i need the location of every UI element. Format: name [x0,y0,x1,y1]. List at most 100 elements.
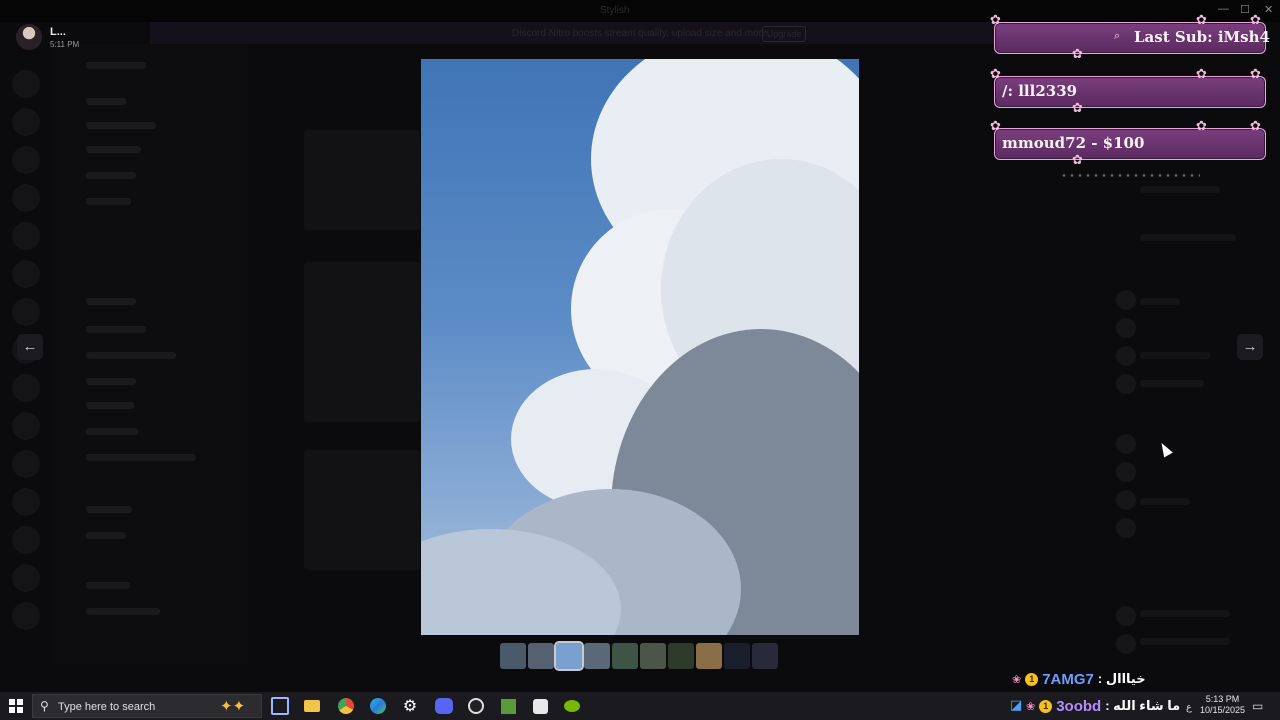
channel-placeholder[interactable] [86,532,126,539]
channel-placeholder[interactable] [86,326,146,333]
message-image-placeholder [304,262,420,422]
taskbar-clock[interactable]: 5:13 PM 10/15/2025 [1200,694,1245,716]
window-title-bar: Stylish [0,0,1280,22]
flower-icon: ✿ [1250,66,1261,81]
channel-placeholder[interactable] [86,454,196,461]
member-avatar[interactable] [1116,490,1136,510]
thumbnail[interactable] [612,643,638,669]
app-button[interactable] [528,695,552,717]
server-icon[interactable] [12,412,40,440]
chat-message: ❀ 1 7AMG7 : خيااال [1012,669,1146,689]
channel-placeholder[interactable] [86,402,134,409]
thumbnail[interactable] [500,643,526,669]
thumbnail[interactable] [752,643,778,669]
clock-time: 5:13 PM [1205,694,1240,704]
channel-placeholder[interactable] [86,198,131,205]
chat-text: : خيااال [1097,671,1146,686]
channel-placeholder[interactable] [86,352,176,359]
channel-placeholder[interactable] [86,172,136,179]
chat-text: : ما شاء الله [1105,698,1181,713]
member-avatar[interactable] [1116,462,1136,482]
task-view-button[interactable] [268,695,292,717]
folder-icon [304,700,320,712]
server-icon[interactable] [12,564,40,592]
thumbnail[interactable] [668,643,694,669]
member-avatar[interactable] [1116,434,1136,454]
minimize-button[interactable]: — [1218,3,1229,15]
channel-placeholder[interactable] [86,146,141,153]
server-icon[interactable] [12,488,40,516]
nitro-upgrade-button[interactable]: Upgrade [762,26,806,42]
message-image-placeholder [304,130,420,230]
chat-username: 3oobd [1056,697,1102,715]
server-icon[interactable] [12,146,40,174]
server-icon[interactable] [12,374,40,402]
thumbnail[interactable] [584,643,610,669]
thumbnail[interactable] [696,643,722,669]
channel-placeholder[interactable] [86,298,136,305]
server-icon[interactable] [12,450,40,478]
member-avatar[interactable] [1116,518,1136,538]
member-avatar[interactable] [1116,290,1136,310]
uploader-avatar[interactable] [16,24,42,50]
overlay-divider [1060,174,1200,177]
nvidia-button[interactable] [560,695,584,717]
channel-placeholder[interactable] [86,582,130,589]
obs-button[interactable] [464,695,488,717]
maximize-button[interactable]: ☐ [1240,3,1250,16]
server-icon[interactable] [12,184,40,212]
member-avatar[interactable] [1116,606,1136,626]
close-window-button[interactable]: ✕ [1264,3,1273,16]
thumbnail[interactable] [528,643,554,669]
flower-icon: ✿ [1072,46,1083,61]
flower-icon: ✿ [990,66,1001,81]
input-language[interactable]: ع [1186,702,1192,713]
server-icon[interactable] [12,70,40,98]
flower-icon: ✿ [990,118,1001,133]
tray-app-icon[interactable]: ◪ [1010,697,1022,713]
file-explorer-button[interactable] [300,695,324,717]
flower-icon: ✿ [990,12,1001,27]
thumbnail[interactable] [724,643,750,669]
thumbnail[interactable] [640,643,666,669]
arrow-left-icon: ← [22,338,38,355]
copilot-sparkle-icon[interactable]: ✦✦ [220,697,245,715]
member-placeholder [1140,380,1204,387]
search-icon: ⌕ [1114,30,1121,42]
member-avatar[interactable] [1116,318,1136,338]
channel-placeholder[interactable] [86,98,126,105]
server-icon[interactable] [12,260,40,288]
channel-placeholder[interactable] [86,122,156,129]
minecraft-button[interactable] [496,695,520,717]
channel-placeholder[interactable] [86,608,160,615]
settings-button[interactable]: ⚙ [398,695,422,717]
member-avatar[interactable] [1116,346,1136,366]
server-icon[interactable] [12,108,40,136]
thumbnail-active[interactable] [554,641,584,671]
channel-placeholder[interactable] [86,428,138,435]
server-icon[interactable] [12,298,40,326]
next-image-button[interactable]: → [1237,334,1263,360]
server-icon[interactable] [12,222,40,250]
uploader-name[interactable]: L... [50,26,66,38]
server-icon[interactable] [12,526,40,554]
cube-icon [532,698,548,714]
previous-image-button[interactable]: ← [17,334,43,360]
window-title: Stylish [600,5,630,16]
member-avatar[interactable] [1116,634,1136,654]
member-avatar[interactable] [1116,374,1136,394]
coin-badge-icon: 1 [1039,699,1053,713]
server-icon[interactable] [12,602,40,630]
member-placeholder [1140,638,1230,645]
edge-button[interactable] [366,695,390,717]
chat-message: ❀ 1 3oobd : ما شاء الله [1026,696,1180,716]
channel-placeholder[interactable] [86,378,136,385]
notification-icon[interactable]: ▭ [1252,699,1263,713]
gear-icon: ⚙ [402,698,418,715]
chrome-button[interactable] [334,695,358,717]
discord-button[interactable] [432,695,456,717]
taskbar-search-placeholder[interactable]: Type here to search [58,701,155,713]
channel-placeholder[interactable] [86,506,132,513]
windows-start-button[interactable] [4,695,28,717]
alert-last-sub-text: Last Sub: iMsh4 [1134,28,1270,46]
